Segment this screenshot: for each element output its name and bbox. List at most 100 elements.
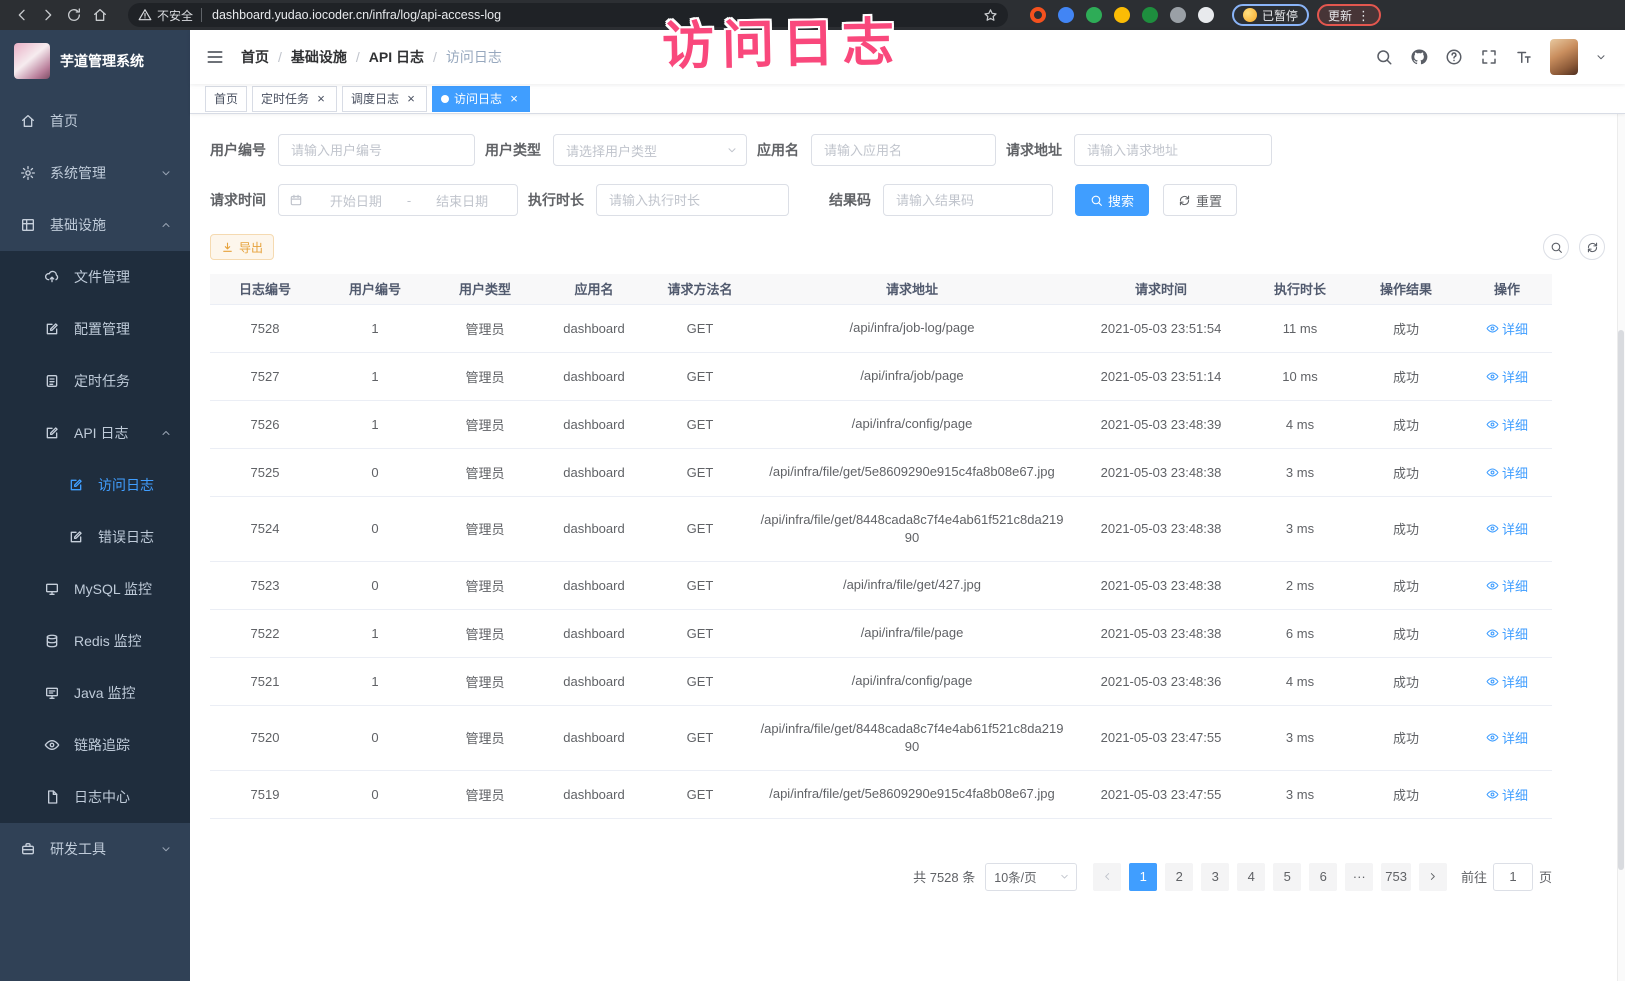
- app-name-input[interactable]: [811, 134, 996, 166]
- sidebar-item-api-log[interactable]: API 日志: [0, 407, 190, 459]
- bookmark-star-icon[interactable]: [983, 8, 998, 23]
- sidebar-item-dev-tools[interactable]: 研发工具: [0, 823, 190, 875]
- breadcrumb-separator: /: [278, 49, 282, 65]
- extension-color-grid-icon[interactable]: [1114, 7, 1130, 23]
- detail-link[interactable]: 详细: [1486, 367, 1528, 386]
- cell-id: 7519: [210, 770, 320, 818]
- scrollbar-thumb[interactable]: [1618, 330, 1624, 870]
- reload-icon[interactable]: [62, 3, 86, 27]
- page-button-3[interactable]: 3: [1201, 863, 1229, 891]
- filter-row-1: 用户编号 用户类型 请选择用户类型 应用名 请求地址: [210, 134, 1605, 166]
- request-time-range-picker[interactable]: 开始日期 - 结束日期: [278, 184, 518, 216]
- sidebar-item-trace[interactable]: 链路追踪: [0, 719, 190, 771]
- export-button[interactable]: 导出: [210, 234, 274, 260]
- grid-icon: [20, 217, 36, 233]
- request-url-label: 请求地址: [1006, 140, 1062, 160]
- tab-首页[interactable]: 首页: [205, 86, 247, 112]
- page-button-2[interactable]: 2: [1165, 863, 1193, 891]
- close-icon[interactable]: ×: [507, 92, 521, 106]
- detail-link[interactable]: 详细: [1486, 624, 1528, 643]
- sidebar-item-mysql[interactable]: MySQL 监控: [0, 563, 190, 615]
- sidebar-item-redis[interactable]: Redis 监控: [0, 615, 190, 667]
- sidebar-item-log-center[interactable]: 日志中心: [0, 771, 190, 823]
- extension-gray-icon[interactable]: [1170, 7, 1186, 23]
- user-type-select[interactable]: 请选择用户类型: [553, 134, 747, 166]
- result-code-input[interactable]: [883, 184, 1053, 216]
- sidebar-item-access-log[interactable]: 访问日志: [0, 459, 190, 511]
- detail-link[interactable]: 详细: [1486, 576, 1528, 595]
- extension-blue-shield-icon[interactable]: [1058, 7, 1074, 23]
- prev-page-button[interactable]: [1093, 863, 1121, 891]
- sidebar-item-error-log[interactable]: 错误日志: [0, 511, 190, 563]
- sidebar-item-file[interactable]: 文件管理: [0, 251, 190, 303]
- close-icon[interactable]: ×: [314, 92, 328, 106]
- breadcrumb-item[interactable]: API 日志: [369, 47, 424, 67]
- fullscreen-icon[interactable]: [1480, 48, 1498, 66]
- github-icon[interactable]: [1410, 48, 1428, 66]
- detail-link[interactable]: 详细: [1486, 728, 1528, 747]
- tab-label: 访问日志: [454, 90, 502, 107]
- cell-user_id: 0: [320, 561, 430, 609]
- sidebar-item-java[interactable]: Java 监控: [0, 667, 190, 719]
- close-icon[interactable]: ×: [404, 92, 418, 106]
- font-size-icon[interactable]: [1515, 48, 1533, 66]
- extension-green-circle-icon[interactable]: [1086, 7, 1102, 23]
- sidebar-item-infra[interactable]: 基础设施: [0, 199, 190, 251]
- profile-paused-badge[interactable]: 已暂停: [1232, 4, 1309, 26]
- duration-input[interactable]: [596, 184, 789, 216]
- detail-link[interactable]: 详细: [1486, 319, 1528, 338]
- request-url-input[interactable]: [1074, 134, 1272, 166]
- cell-method: GET: [648, 496, 752, 561]
- scrollbar-track[interactable]: [1617, 30, 1625, 981]
- table-row: 75221管理员dashboardGET/api/infra/file/page…: [210, 609, 1552, 657]
- cell-user_type: 管理员: [430, 705, 540, 770]
- detail-link[interactable]: 详细: [1486, 785, 1528, 804]
- search-button[interactable]: 搜索: [1075, 184, 1149, 216]
- sidebar-item-config[interactable]: 配置管理: [0, 303, 190, 355]
- page-button-1[interactable]: 1: [1129, 863, 1157, 891]
- app-logo[interactable]: 芋道管理系统: [0, 30, 190, 95]
- hamburger-icon[interactable]: [205, 47, 225, 67]
- sidebar-item-system[interactable]: 系统管理: [0, 147, 190, 199]
- toggle-search-button[interactable]: [1543, 234, 1569, 260]
- cell-duration: 10 ms: [1250, 352, 1350, 400]
- forward-icon[interactable]: [36, 3, 60, 27]
- sidebar-item-home[interactable]: 首页: [0, 95, 190, 147]
- detail-link[interactable]: 详细: [1486, 672, 1528, 691]
- user-id-input[interactable]: [278, 134, 475, 166]
- browser-update-button[interactable]: 更新 ⋮: [1317, 4, 1381, 26]
- tab-定时任务[interactable]: 定时任务×: [252, 86, 337, 112]
- extension-pinwheel-icon[interactable]: [1198, 7, 1214, 23]
- column-header: 用户编号: [320, 274, 430, 304]
- extension-orange-ring-icon[interactable]: [1030, 7, 1046, 23]
- gear-icon: [20, 165, 36, 181]
- cell-result: 成功: [1350, 705, 1462, 770]
- goto-input[interactable]: [1493, 863, 1533, 891]
- header-search-icon[interactable]: [1375, 48, 1393, 66]
- browser-home-icon[interactable]: [88, 3, 112, 27]
- help-icon[interactable]: [1445, 48, 1463, 66]
- detail-link[interactable]: 详细: [1486, 415, 1528, 434]
- security-label[interactable]: 不安全: [157, 7, 193, 24]
- page-button-753[interactable]: 753: [1381, 863, 1411, 891]
- extension-translate-icon[interactable]: [1142, 7, 1158, 23]
- breadcrumb-item[interactable]: 基础设施: [291, 47, 347, 67]
- sidebar-item-job[interactable]: 定时任务: [0, 355, 190, 407]
- user-avatar[interactable]: [1550, 39, 1578, 75]
- page-size-select[interactable]: 10条/页: [985, 863, 1077, 891]
- tab-访问日志[interactable]: 访问日志 ×: [432, 86, 530, 112]
- detail-link[interactable]: 详细: [1486, 463, 1528, 482]
- avatar-caret-icon[interactable]: [1595, 51, 1607, 63]
- next-page-button[interactable]: [1419, 863, 1447, 891]
- tab-调度日志[interactable]: 调度日志×: [342, 86, 427, 112]
- reset-button[interactable]: 重置: [1163, 184, 1237, 216]
- browser-menu-icon[interactable]: ⋮: [1357, 9, 1370, 22]
- page-button-6[interactable]: 6: [1309, 863, 1337, 891]
- page-button-4[interactable]: 4: [1237, 863, 1265, 891]
- more-pages-button[interactable]: ···: [1345, 863, 1373, 891]
- breadcrumb-item[interactable]: 首页: [241, 47, 269, 67]
- refresh-table-button[interactable]: [1579, 234, 1605, 260]
- back-icon[interactable]: [10, 3, 34, 27]
- page-button-5[interactable]: 5: [1273, 863, 1301, 891]
- detail-link[interactable]: 详细: [1486, 519, 1528, 538]
